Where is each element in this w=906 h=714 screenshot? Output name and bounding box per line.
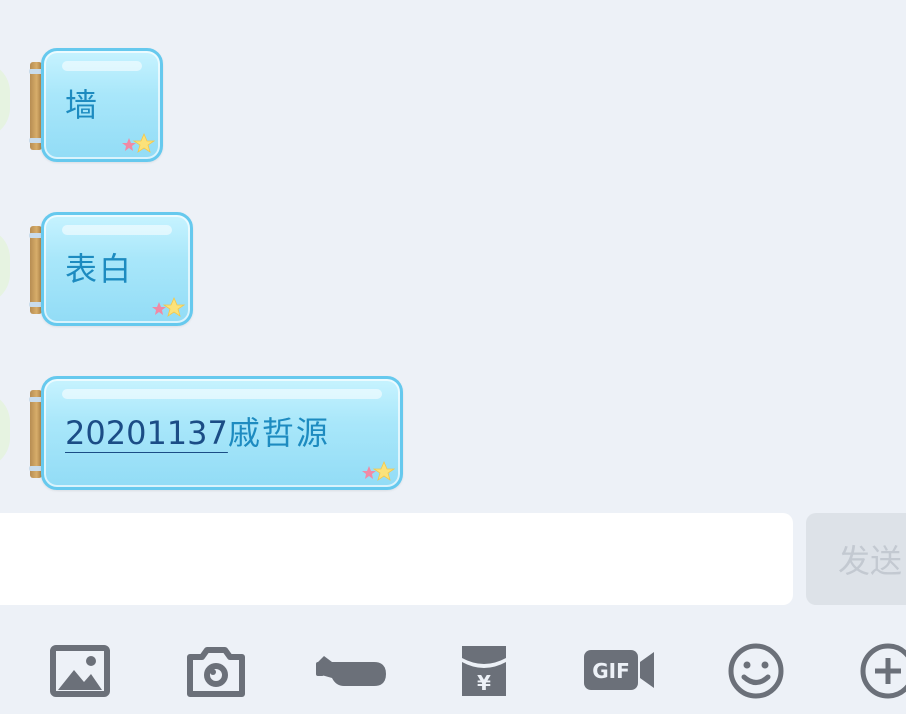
gif-icon[interactable]: GIF — [582, 640, 658, 700]
poke-icon[interactable] — [314, 640, 390, 700]
send-button[interactable]: 发送 — [806, 513, 906, 605]
message-text: 20201137戚哲源 — [65, 408, 330, 454]
message-link-number[interactable]: 20201137 — [65, 414, 228, 452]
plus-icon[interactable] — [858, 640, 906, 700]
svg-text:GIF: GIF — [592, 659, 630, 683]
message-bubble[interactable]: 20201137戚哲源 — [29, 376, 403, 490]
red-packet-icon[interactable]: ¥ — [452, 640, 516, 700]
input-row: 发送 — [0, 513, 906, 605]
avatar[interactable] — [0, 228, 10, 304]
avatar[interactable] — [0, 62, 10, 138]
message-text: 墙 — [65, 86, 100, 124]
image-icon[interactable] — [48, 640, 112, 700]
camera-icon[interactable] — [184, 640, 248, 700]
avatar[interactable] — [0, 392, 10, 468]
star-icon — [152, 296, 186, 317]
svg-text:¥: ¥ — [477, 671, 491, 695]
star-icon — [122, 132, 156, 153]
message-name: 戚哲源 — [227, 414, 330, 452]
message-text: 表白 — [65, 250, 134, 288]
message-input[interactable] — [0, 513, 793, 605]
star-icon — [362, 460, 396, 481]
message-bubble[interactable]: 墙 — [29, 48, 163, 162]
message-bubble[interactable]: 表白 — [29, 212, 193, 326]
emoji-icon[interactable] — [724, 640, 788, 700]
input-toolbar: ¥ GIF — [0, 630, 906, 714]
